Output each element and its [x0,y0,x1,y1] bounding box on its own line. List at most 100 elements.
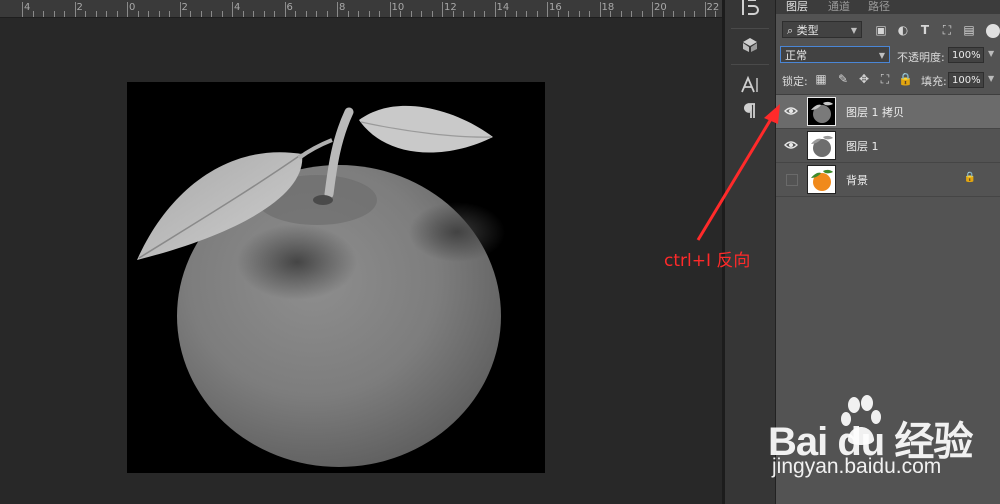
ruler-minor-tick [211,11,212,17]
ruler-minor-tick [43,11,44,17]
ruler-minor-tick [505,11,506,17]
ruler-label: 2 [181,2,188,13]
ruler-minor-tick [106,11,107,17]
filter-adjustment-icon[interactable]: ◐ [896,23,910,37]
ruler-minor-tick [473,11,475,17]
ruler-minor-tick [557,11,559,17]
blend-mode-dropdown[interactable]: 正常 ▼ [780,46,890,63]
ruler-major-tick [389,2,391,17]
ruler-minor-tick [578,11,580,17]
ruler-minor-tick [326,11,328,17]
filter-shape-icon[interactable]: ⛶ [940,23,954,38]
lock-position-icon[interactable]: ✥ [857,72,871,86]
filter-pixel-icon[interactable]: ▣ [874,23,888,37]
orange-image [137,105,505,467]
tab-channels[interactable]: 通道 [828,0,850,14]
filter-type-icon[interactable]: T [918,23,932,37]
lock-artboard-icon[interactable]: ⛶ [878,72,892,87]
ruler-minor-tick [589,11,590,17]
layer-name: 图层 1 [846,140,879,153]
ruler-label: 2 [76,2,83,13]
ruler-label: 0 [129,2,136,13]
ruler-minor-tick [305,11,307,17]
layer-name: 图层 1 拷贝 [846,106,904,119]
ruler-major-tick [22,2,23,17]
tab-layers[interactable]: 图层 [786,0,808,14]
fill-input[interactable]: 100% [948,72,984,88]
search-icon: ⌕ [787,24,794,37]
ruler-label: 18 [601,2,615,13]
ruler-minor-tick [484,11,485,17]
annotation-label: ctrl+I 反向 [664,251,751,271]
layer-row[interactable]: 图层 1 拷贝 [776,95,1000,129]
3d-icon[interactable] [738,34,762,58]
opacity-label: 不透明度: [897,51,945,64]
ruler-major-tick [232,2,233,17]
layer-name: 背景 [846,174,868,187]
lock-icon[interactable]: 🔒 [964,172,976,183]
ruler-minor-tick [421,11,422,17]
ruler-minor-tick [452,11,454,17]
lock-row: 锁定: ▦ ✎ ✥ ⛶ 🔒 填充: 100% ▼ [776,69,1000,91]
layers-list: 图层 1 拷贝 图层 1 背景 🔒 [776,94,1000,205]
document-canvas[interactable] [127,82,545,473]
ruler-major-tick [179,2,181,17]
ruler-minor-tick [568,11,569,17]
ruler-minor-tick [158,11,160,17]
ruler-label: 6 [286,2,293,13]
opacity-chevron-icon[interactable]: ▼ [988,49,994,58]
ruler-minor-tick [64,11,65,17]
ruler-minor-tick [274,11,275,17]
history-icon[interactable] [738,0,762,20]
lock-transparent-icon[interactable]: ▦ [814,72,828,86]
baidu-watermark: Bai du 经验 jingyan.baidu.com [768,395,1000,495]
ruler-minor-tick [263,11,265,17]
ruler-minor-tick [631,11,632,17]
ruler-minor-tick [400,11,401,17]
ruler-minor-tick [85,11,86,17]
ruler-minor-tick [169,11,170,17]
ruler-label: 10 [391,2,405,13]
ruler-minor-tick [253,11,254,17]
ruler-minor-tick [694,11,695,17]
filter-toggle-icon[interactable] [986,24,1000,38]
ruler-label: 22 [706,2,720,13]
layer-filter-row: ⌕ 类型 ▼ ▣ ◐ T ⛶ ▤ [776,20,1000,40]
opacity-input[interactable]: 100% [948,47,984,63]
layer-thumbnail [807,131,836,160]
ruler-minor-tick [610,11,611,17]
lock-image-icon[interactable]: ✎ [836,72,850,86]
filter-kind-label: 类型 [796,24,819,37]
ruler-major-tick [337,2,338,17]
filter-smart-object-icon[interactable]: ▤ [962,23,976,37]
ruler-minor-tick [358,11,359,17]
ruler-minor-tick [32,11,34,17]
ruler-minor-tick [200,11,202,17]
ruler-minor-tick [641,11,643,17]
lock-label: 锁定: [782,75,808,88]
layer-row[interactable]: 图层 1 [776,129,1000,163]
layer-row[interactable]: 背景 🔒 [776,163,1000,197]
ruler-major-tick [442,2,443,17]
ruler-label: 4 [234,2,241,13]
lock-all-icon[interactable]: 🔒 [898,72,913,86]
ruler-label: 8 [339,2,346,13]
fill-chevron-icon[interactable]: ▼ [988,74,994,83]
ruler-minor-tick [53,11,55,17]
ruler-minor-tick [221,11,223,17]
fill-label: 填充: [921,75,947,88]
chevron-down-icon: ▼ [850,26,857,35]
ruler-minor-tick [148,11,149,17]
ruler-label: 16 [549,2,562,13]
tool-separator [731,28,769,29]
ruler-minor-tick [515,11,517,17]
panel-tab-bar: 图层 通道 路径 [776,0,1000,14]
ruler-minor-tick [673,11,674,17]
ruler-major-tick [494,2,496,17]
blend-row: 正常 ▼ 不透明度: 100% ▼ [776,44,1000,66]
filter-kind-dropdown[interactable]: ⌕ 类型 ▼ [782,21,862,38]
tab-paths[interactable]: 路径 [868,0,890,14]
character-icon[interactable] [738,74,762,98]
ruler-minor-tick [116,11,118,17]
annotation-arrow [696,104,780,241]
